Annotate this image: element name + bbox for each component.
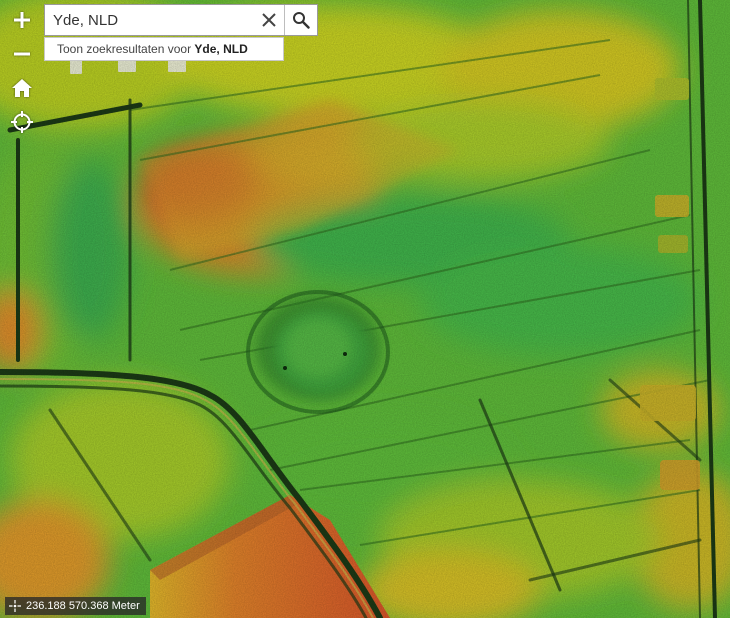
zoom-out-button[interactable]: [8, 40, 36, 68]
elevation-map[interactable]: [0, 0, 730, 618]
plus-icon: [14, 12, 30, 28]
search-suggestion[interactable]: Toon zoekresultaten voor Yde, NLD: [44, 37, 284, 61]
minus-icon: [14, 52, 30, 56]
close-icon: [262, 13, 276, 27]
search-icon: [293, 12, 310, 29]
suggestion-term: Yde, NLD: [194, 42, 248, 56]
suggestion-prefix: Toon zoekresultaten voor: [57, 42, 195, 56]
home-button[interactable]: [8, 74, 36, 102]
home-icon: [12, 79, 32, 97]
hillshade-texture: [0, 0, 730, 618]
coordinate-readout: 236.188 570.368 Meter: [5, 597, 146, 615]
zoom-in-button[interactable]: [8, 6, 36, 34]
coordinate-text: 236.188 570.368 Meter: [26, 600, 140, 612]
locate-button[interactable]: [8, 108, 36, 136]
search-input[interactable]: [45, 5, 254, 35]
crosshair-icon: [11, 111, 33, 133]
search-button[interactable]: [284, 5, 317, 35]
search-box: [44, 4, 318, 36]
clear-search-button[interactable]: [254, 5, 284, 35]
crosshair-icon: [9, 600, 21, 612]
map-canvas: [0, 0, 730, 618]
